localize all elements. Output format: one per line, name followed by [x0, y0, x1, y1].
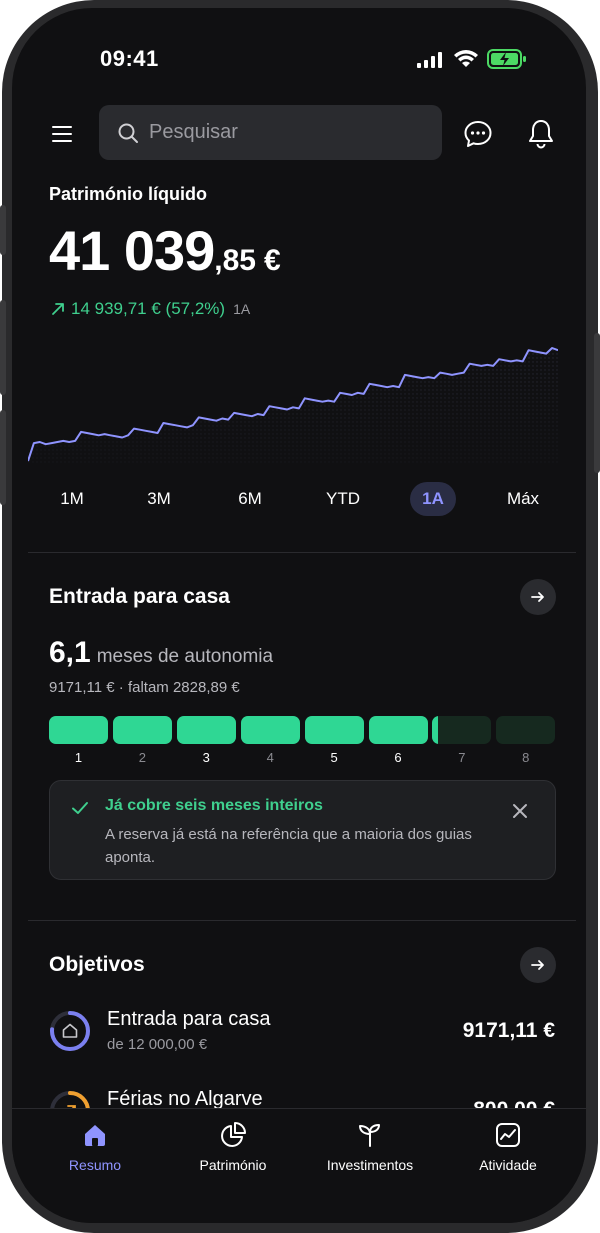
- net-worth-currency: €: [264, 244, 281, 277]
- tab-label: Atividade: [479, 1157, 537, 1173]
- month-bar: [304, 716, 364, 744]
- tab-label: Resumo: [68, 1157, 122, 1173]
- close-icon[interactable]: [512, 803, 528, 819]
- months-label: meses de autonomia: [96, 646, 274, 667]
- emergency-amounts: 9171,11 € · faltam 2828,89 €: [49, 679, 240, 696]
- net-worth-label: Património líquido: [49, 184, 207, 204]
- goal-name: Entrada para casa: [107, 1008, 271, 1030]
- change-period: 1A: [233, 301, 251, 317]
- menu-icon[interactable]: [50, 122, 74, 146]
- month-bar-label: 7: [458, 750, 466, 765]
- sprout-icon: [359, 1124, 380, 1147]
- months-value: 6,1: [49, 636, 91, 669]
- volume-down-button: [0, 410, 6, 505]
- emergency-fund-open-button[interactable]: [520, 579, 556, 615]
- bottom-tab-bar: Resumo Património Investimentos Atividad…: [12, 1108, 586, 1223]
- goals-title: Objetivos: [49, 953, 145, 976]
- home-icon: [85, 1125, 105, 1146]
- range-ytd-button[interactable]: YTD: [315, 482, 371, 516]
- chat-icon[interactable]: [462, 118, 494, 150]
- month-progress-bars: [49, 716, 556, 744]
- battery-icon: [487, 49, 526, 69]
- month-bar-fill: [432, 716, 439, 744]
- change-value: 14 939,71 € (57,2%): [71, 299, 226, 318]
- goal-value: 9171,11 €: [462, 1019, 555, 1042]
- month-bar-label: 3: [202, 750, 210, 765]
- app-screen: 09:41 Pesquisar Património líquido 41 03…: [12, 8, 586, 1223]
- search-input[interactable]: Pesquisar: [99, 105, 442, 160]
- checkmark-icon: [72, 802, 88, 814]
- net-worth-chart[interactable]: [28, 333, 558, 463]
- clock: 09:41: [100, 46, 159, 71]
- arrow-up-right-icon: [52, 303, 64, 315]
- month-bar-label: 8: [522, 750, 530, 765]
- search-placeholder: Pesquisar: [149, 121, 238, 143]
- month-bar: [496, 716, 556, 744]
- pie-chart-icon: [221, 1122, 246, 1147]
- range-6m-button[interactable]: 6M: [222, 482, 278, 516]
- goals-open-button[interactable]: [520, 947, 556, 983]
- month-bar-fill: [112, 716, 172, 744]
- autonomy-months: 6,1 meses de autonomia: [49, 636, 273, 670]
- month-bar-label: 1: [74, 750, 83, 765]
- tab-atividade[interactable]: Atividade: [448, 1121, 568, 1173]
- goal-target: de 12 000,00 €: [107, 1036, 208, 1053]
- month-bar-fill: [176, 716, 236, 744]
- net-worth-value: 41 039 ,85 €: [49, 218, 281, 283]
- month-bar: [112, 716, 172, 744]
- month-bar-fill: [240, 716, 300, 744]
- chart-fade: [28, 333, 558, 463]
- net-worth-integer: 41 039: [49, 219, 215, 282]
- month-bar: [49, 716, 108, 744]
- tab-label: Património: [199, 1157, 267, 1173]
- range-3m-button[interactable]: 3M: [131, 482, 187, 516]
- mute-switch: [0, 205, 6, 255]
- month-bar: [176, 716, 236, 744]
- range-mx-button[interactable]: Máx: [495, 482, 551, 516]
- month-bar-fill: [304, 716, 364, 744]
- arrow-right-icon: [531, 960, 544, 970]
- arrow-right-icon: [531, 592, 544, 602]
- section-divider: [28, 920, 576, 921]
- month-bar-fill: [368, 716, 428, 744]
- net-worth-decimal: ,85: [214, 244, 256, 277]
- range-1a-button[interactable]: 1A: [410, 482, 456, 516]
- month-bar-label: 6: [394, 750, 402, 765]
- phone-frame: 09:41 Pesquisar Património líquido 41 03…: [0, 0, 600, 1233]
- tab-resumo[interactable]: Resumo: [35, 1121, 155, 1173]
- search-icon: [118, 123, 138, 143]
- emergency-fund-title: Entrada para casa: [49, 585, 230, 608]
- callout-title: Já cobre seis meses inteiros: [105, 797, 323, 814]
- house-icon: [62, 1023, 78, 1038]
- bell-icon[interactable]: [526, 118, 556, 150]
- month-bar: [368, 716, 428, 744]
- tab-patrimonio[interactable]: Património: [173, 1121, 293, 1173]
- section-divider: [28, 552, 576, 553]
- status-bar: 09:41: [12, 8, 586, 108]
- month-bar-fill: [49, 716, 108, 744]
- activity-chart-icon: [496, 1123, 520, 1147]
- tab-investimentos[interactable]: Investimentos: [310, 1121, 430, 1173]
- info-callout: Já cobre seis meses inteiros A reserva j…: [49, 780, 556, 880]
- month-bar-label: 5: [330, 750, 338, 765]
- goal-progress-ring: [50, 1011, 90, 1051]
- month-bar: [432, 716, 492, 744]
- tab-label: Investimentos: [326, 1157, 414, 1173]
- month-bar: [240, 716, 300, 744]
- callout-body: A reserva já está na referência que a ma…: [105, 826, 472, 866]
- wifi-icon: [454, 50, 478, 67]
- net-worth-change: 14 939,71 € (57,2%) 1A: [51, 299, 250, 319]
- range-1m-button[interactable]: 1M: [44, 482, 100, 516]
- month-bar-label: 2: [138, 750, 146, 765]
- month-bar-label: 4: [266, 750, 274, 765]
- power-button: [594, 333, 600, 473]
- cellular-signal-icon: [417, 52, 442, 68]
- time-range-selector: 1M 3M 6M YTD 1A Máx: [38, 482, 563, 516]
- volume-up-button: [0, 300, 6, 395]
